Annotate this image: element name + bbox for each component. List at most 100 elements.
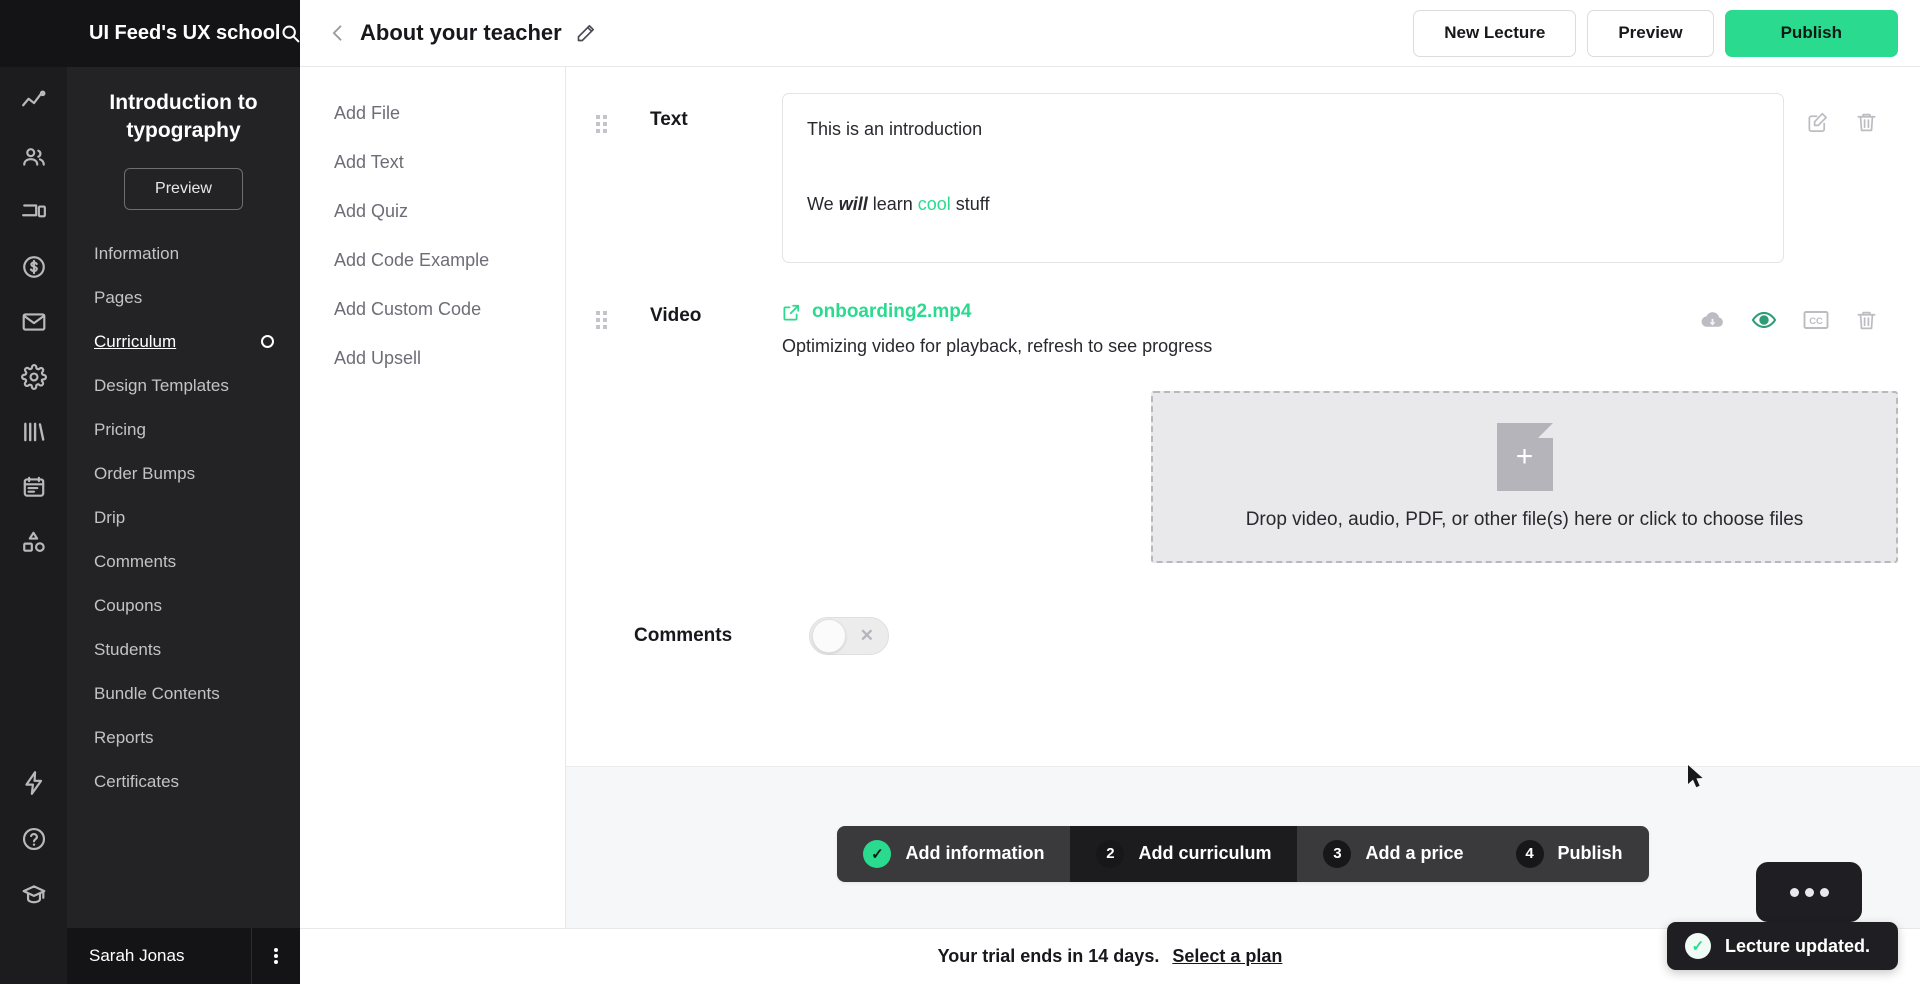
sidebar-item-pages[interactable]: Pages — [67, 276, 300, 320]
dollar-coin-icon[interactable] — [17, 250, 51, 284]
download-cloud-icon[interactable] — [1700, 308, 1725, 333]
pencil-icon[interactable] — [575, 23, 596, 44]
wizard-step-label: Add curriculum — [1138, 843, 1272, 863]
devices-icon[interactable] — [17, 195, 51, 229]
preview-button[interactable]: Preview — [1587, 9, 1714, 57]
user-name: Sarah Jonas — [89, 946, 185, 965]
brand-name: UI Feed's UX school — [89, 22, 281, 44]
text-line-2-mid: learn — [867, 194, 918, 214]
file-plus-icon: + — [1496, 423, 1553, 491]
sidebar-item-label: Pages — [94, 287, 143, 307]
topbar-actions: New Lecture Preview Publish — [1413, 9, 1898, 57]
edit-icon[interactable] — [1806, 111, 1829, 134]
close-icon: ✕ — [859, 626, 874, 645]
sidebar-item-information[interactable]: Information — [67, 232, 300, 276]
sidebar-item-label: Students — [94, 639, 162, 659]
select-plan-link[interactable]: Select a plan — [1172, 946, 1282, 967]
help-circle-icon[interactable] — [17, 822, 51, 856]
sidebar-item-bundle-contents[interactable]: Bundle Contents — [67, 672, 300, 716]
svg-text:CC: CC — [1809, 315, 1823, 326]
library-books-icon[interactable] — [17, 415, 51, 449]
sidebar-item-label: Comments — [94, 551, 177, 571]
chat-widget-button[interactable] — [1756, 862, 1862, 922]
user-menu-kebab-icon[interactable] — [251, 928, 300, 984]
dropzone-text: Drop video, audio, PDF, or other file(s)… — [1245, 509, 1804, 530]
shapes-icon[interactable] — [17, 525, 51, 559]
add-item-add-custom-code[interactable]: Add Custom Code — [300, 285, 565, 334]
new-lecture-button[interactable]: New Lecture — [1413, 9, 1577, 57]
add-item-add-quiz[interactable]: Add Quiz — [300, 187, 565, 236]
course-title: Introduction to typography — [109, 91, 258, 143]
wizard-step-4[interactable]: 4 Publish — [1490, 826, 1649, 882]
sidebar-preview-button[interactable]: Preview — [124, 167, 243, 210]
sidebar-item-curriculum[interactable]: Curriculum — [67, 320, 300, 364]
text-block: Text This is an introduction We will lea… — [566, 67, 1920, 263]
text-line-1: This is an introduction — [807, 119, 983, 139]
mail-icon[interactable] — [17, 305, 51, 339]
text-content-card[interactable]: This is an introduction We will learn co… — [782, 93, 1784, 263]
wizard-step-label: Add a price — [1365, 843, 1464, 863]
video-file-name[interactable]: onboarding2.mp4 — [812, 301, 971, 323]
sidebar-item-comments[interactable]: Comments — [67, 540, 300, 584]
lightning-icon[interactable] — [17, 766, 51, 800]
comments-label: Comments — [634, 625, 733, 646]
drag-handle-icon[interactable] — [596, 311, 612, 329]
sidebar-nav: Information Pages Curriculum Design Templat… — [67, 232, 300, 804]
lecture-content: Text This is an introduction We will lea… — [566, 67, 1920, 984]
sidebar-item-label: Reports — [94, 727, 154, 747]
text-block-body: This is an introduction We will learn co… — [782, 93, 1784, 263]
sidebar-item-students[interactable]: Students — [67, 628, 300, 672]
sidebar-item-label: Drip — [94, 507, 126, 527]
text-line-2-highlight: cool — [917, 194, 951, 214]
search-icon[interactable] — [280, 23, 301, 44]
sidebar-item-label: Pricing — [94, 419, 146, 439]
calendar-icon[interactable] — [17, 470, 51, 504]
check-circle-icon: ✓ — [1684, 933, 1711, 959]
sidebar-item-pricing[interactable]: Pricing — [67, 408, 300, 452]
file-dropzone[interactable]: + Drop video, audio, PDF, or other file(… — [1151, 391, 1898, 563]
wizard-step-label: Publish — [1557, 843, 1623, 863]
sidebar-item-certificates[interactable]: Certificates — [67, 760, 300, 804]
sidebar-item-reports[interactable]: Reports — [67, 716, 300, 760]
analytics-icon[interactable] — [17, 85, 51, 119]
wizard-step-2[interactable]: 2 Add curriculum — [1070, 825, 1298, 882]
sidebar-item-order-bumps[interactable]: Order Bumps — [67, 452, 300, 496]
closed-caption-icon[interactable]: CC — [1803, 309, 1829, 331]
eye-icon[interactable] — [1751, 307, 1777, 333]
plus-glyph: + — [1515, 440, 1534, 473]
video-file-link-row: onboarding2.mp4 — [782, 289, 1678, 323]
page-title: About your teacher — [360, 20, 562, 45]
publish-button[interactable]: Publish — [1724, 9, 1898, 57]
topbar: About your teacher New Lecture Preview P… — [300, 0, 1920, 67]
trash-icon[interactable] — [1855, 111, 1878, 134]
sidebar-item-label: Bundle Contents — [94, 683, 220, 703]
external-link-icon[interactable] — [782, 303, 801, 322]
icon-rail — [0, 0, 67, 984]
sidebar-item-drip[interactable]: Drip — [67, 496, 300, 540]
gear-icon[interactable] — [17, 360, 51, 394]
add-item-add-text[interactable]: Add Text — [300, 138, 565, 187]
graduation-cap-icon[interactable] — [17, 878, 51, 912]
text-line-2-pre: We — [807, 194, 839, 214]
text-block-actions — [1806, 93, 1878, 134]
rail-icon-list — [17, 67, 51, 559]
sidebar-item-design-templates[interactable]: Design Templates — [67, 364, 300, 408]
chat-dots-icon — [1789, 887, 1829, 897]
wizard-step-1[interactable]: ✓ Add information — [837, 826, 1070, 882]
wizard-step-3[interactable]: 3 Add a price — [1297, 826, 1489, 882]
people-icon[interactable] — [17, 140, 51, 174]
comments-row: Comments ✕ — [566, 563, 1920, 655]
add-item-add-file[interactable]: Add File — [300, 89, 565, 138]
trash-icon[interactable] — [1855, 309, 1878, 332]
add-item-add-code-example[interactable]: Add Code Example — [300, 236, 565, 285]
add-item-add-upsell[interactable]: Add Upsell — [300, 334, 565, 383]
toast-notification: ✓ Lecture updated. — [1666, 922, 1898, 970]
chevron-left-icon[interactable] — [328, 23, 348, 43]
comments-toggle[interactable]: ✕ — [809, 617, 889, 655]
drag-handle-icon[interactable] — [596, 115, 612, 133]
toast-message: Lecture updated. — [1724, 935, 1870, 956]
rail-bottom-icons — [17, 766, 51, 984]
text-line-2-bold: will — [838, 194, 868, 214]
sidebar-item-coupons[interactable]: Coupons — [67, 584, 300, 628]
sidebar-item-label: Information — [94, 243, 180, 263]
